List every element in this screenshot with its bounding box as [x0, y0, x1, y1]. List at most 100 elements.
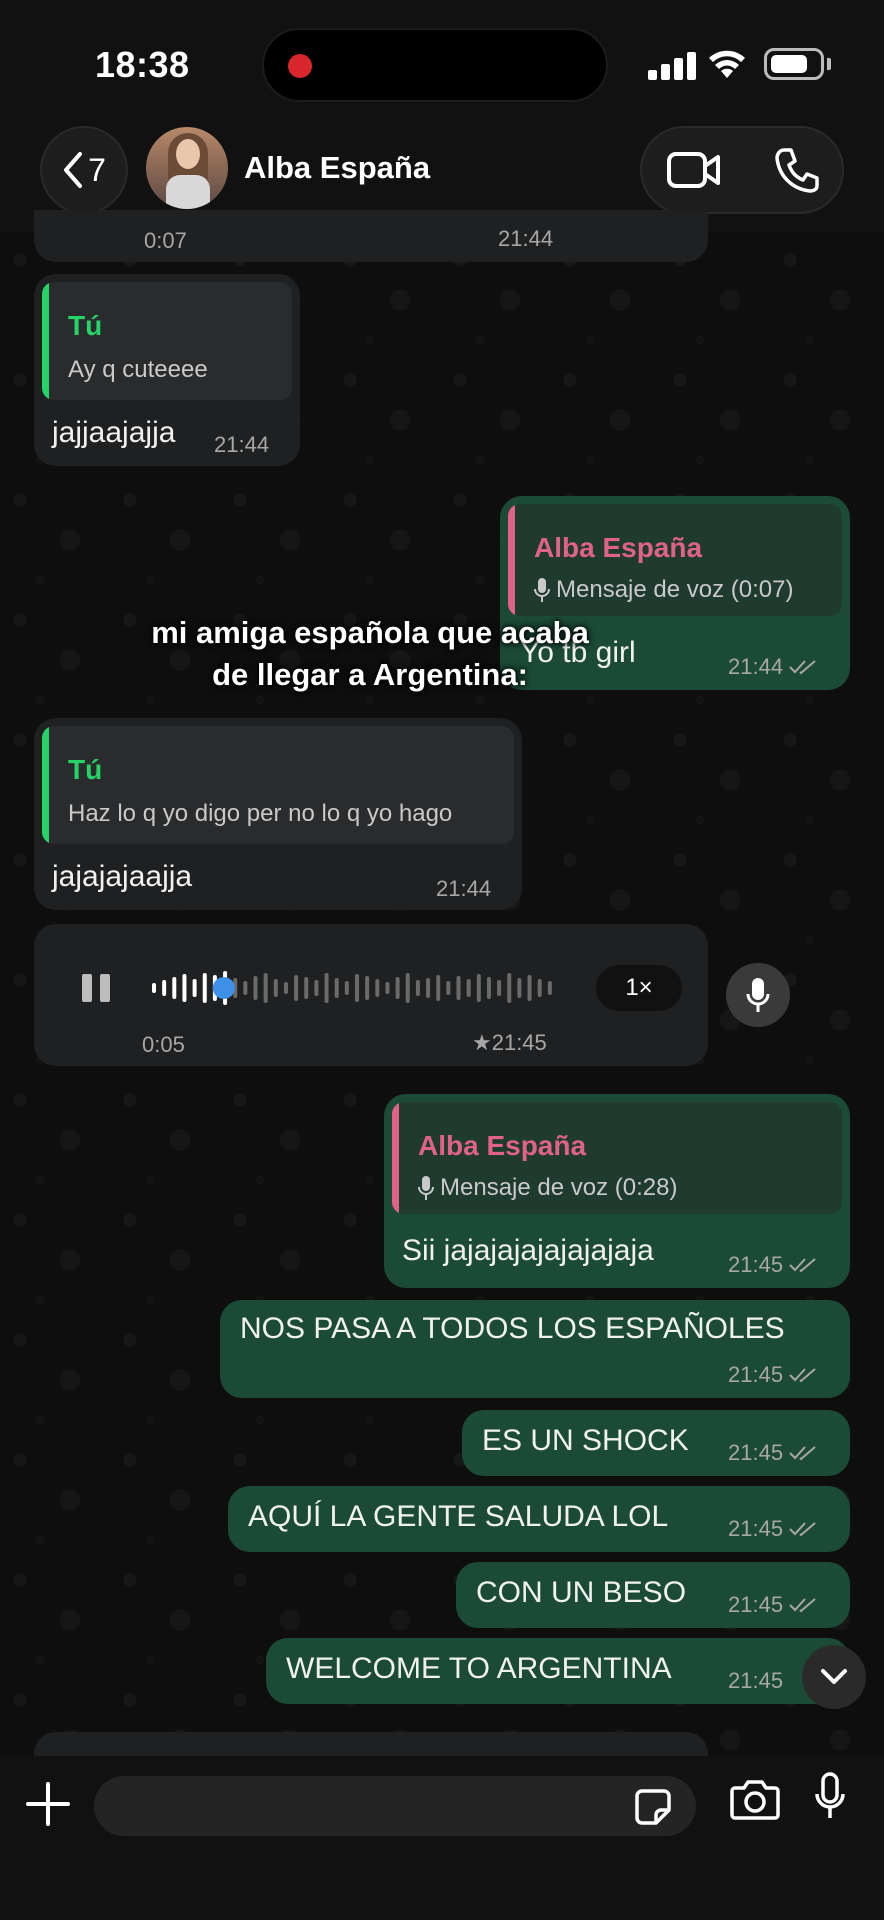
message-outgoing[interactable]: ES UN SHOCK 21:45 — [462, 1410, 850, 1476]
microphone-icon — [418, 1176, 434, 1200]
double-check-icon — [789, 1368, 816, 1383]
message-time: ★21:45 — [472, 1030, 547, 1055]
message-time: 21:45 — [728, 1362, 784, 1387]
message-text: WELCOME TO ARGENTINA — [286, 1652, 672, 1685]
wifi-icon — [709, 50, 745, 78]
double-check-icon — [789, 1598, 816, 1613]
cellular-signal-icon — [648, 50, 696, 80]
message-text: Sii jajajajajajajajaja — [402, 1234, 654, 1267]
message-outgoing[interactable]: AQUÍ LA GENTE SALUDA LOL 21:45 — [228, 1486, 850, 1552]
voice-duration: 0:07 — [144, 228, 187, 253]
voice-waveform[interactable] — [150, 968, 560, 1008]
quoted-reply[interactable]: Tú Ay q cuteeee — [42, 282, 292, 400]
waveform-bar — [517, 978, 522, 998]
message-text: jajjaajajja — [52, 416, 176, 449]
quoted-reply[interactable]: Tú Haz lo q yo digo per no lo q yo hago — [42, 726, 514, 844]
microphone-icon — [534, 578, 550, 602]
waveform-bar — [527, 975, 532, 1001]
message-meta: 21:45 — [728, 1516, 819, 1542]
voice-elapsed: 0:05 — [142, 1032, 185, 1057]
message-incoming[interactable]: Tú Ay q cuteeee jajjaajajja 21:44 — [34, 274, 300, 466]
message-input[interactable] — [94, 1776, 696, 1836]
waveform-bar — [182, 974, 187, 1002]
waveform-bar — [486, 977, 491, 999]
message-time: 21:44 — [214, 432, 270, 457]
quote-text: Mensaje de voz (0:07) — [556, 576, 794, 603]
call-actions — [640, 126, 844, 214]
quote-text: Ay q cuteeee — [68, 356, 208, 383]
chevron-left-icon — [64, 152, 83, 188]
quote-text: Mensaje de voz (0:28) — [440, 1174, 678, 1201]
plus-icon[interactable] — [24, 1780, 72, 1828]
waveform-bar — [405, 973, 410, 1003]
waveform-bar — [172, 977, 177, 999]
waveform-bar — [395, 977, 400, 999]
message-time: 21:44 — [728, 654, 784, 679]
message-meta: 21:45 — [728, 1592, 819, 1618]
battery-icon — [764, 48, 824, 80]
waveform-bar — [314, 980, 319, 996]
quote-author: Tú — [68, 310, 103, 341]
waveform-bar — [243, 981, 248, 995]
quote-voice-label: Mensaje de voz (0:07) — [534, 576, 793, 604]
quoted-reply[interactable]: Alba España Mensaje de voz (0:07) — [508, 504, 842, 616]
compose-bar — [0, 1756, 884, 1920]
message-text: NOS PASA A TODOS LOS ESPAÑOLES — [240, 1312, 785, 1345]
message-time: 21:45 — [728, 1592, 784, 1617]
scroll-to-bottom-button[interactable] — [802, 1645, 866, 1709]
message-meta: 21:45 — [728, 1440, 819, 1466]
waveform-bar — [273, 979, 278, 997]
message-incoming[interactable]: Tú Haz lo q yo digo per no lo q yo hago … — [34, 718, 522, 910]
message-meta: 21:44 — [728, 654, 819, 680]
quote-author: Alba España — [418, 1130, 587, 1161]
message-outgoing[interactable]: Alba España Mensaje de voz (0:28) Sii ja… — [384, 1094, 850, 1288]
message-partial[interactable]: 0:07 21:44 — [34, 210, 708, 262]
waveform-bar — [365, 976, 370, 1000]
back-button[interactable]: 7 — [40, 126, 128, 214]
double-check-icon — [789, 1258, 816, 1273]
message-outgoing[interactable]: NOS PASA A TODOS LOS ESPAÑOLES 21:45 — [220, 1300, 850, 1398]
waveform-bar — [304, 977, 309, 999]
quote-author: Tú — [68, 754, 103, 785]
contact-name[interactable]: Alba España — [244, 150, 430, 186]
double-check-icon — [789, 1522, 816, 1537]
message-time: 21:45 — [728, 1252, 784, 1277]
status-time: 18:38 — [95, 44, 190, 85]
quoted-reply[interactable]: Alba España Mensaje de voz (0:28) — [392, 1102, 842, 1214]
waveform-bar — [547, 981, 552, 995]
quote-text: Haz lo q yo digo per no lo q yo hago — [68, 800, 453, 827]
status-bar: 18:38 — [0, 0, 884, 120]
voice-sender-mic-badge — [726, 963, 790, 1027]
message-time: 21:44 — [436, 876, 492, 901]
pause-icon[interactable] — [80, 972, 112, 1004]
playback-speed-button[interactable]: 1× — [596, 965, 682, 1011]
microphone-icon — [746, 978, 770, 1012]
message-text: jajajajaajja — [52, 860, 193, 893]
quote-voice-label: Mensaje de voz (0:28) — [418, 1174, 677, 1202]
message-time: 21:45 — [728, 1516, 784, 1541]
double-check-icon — [789, 1446, 816, 1461]
message-outgoing[interactable]: WELCOME TO ARGENTINA 21:45 — [266, 1638, 850, 1704]
waveform-bar — [466, 979, 471, 997]
microphone-icon[interactable] — [814, 1772, 846, 1822]
waveform-bar — [436, 975, 441, 1001]
waveform-bar — [497, 980, 502, 996]
sticker-icon[interactable] — [634, 1788, 672, 1826]
waveform-bar — [334, 978, 339, 998]
message-time: 21:45 — [728, 1440, 784, 1465]
camera-icon[interactable] — [730, 1778, 780, 1820]
message-text: CON UN BESO — [476, 1576, 687, 1609]
recording-indicator-icon — [288, 54, 312, 78]
waveform-bar — [385, 982, 390, 994]
message-outgoing[interactable]: CON UN BESO 21:45 — [456, 1562, 850, 1628]
quote-author: Alba España — [534, 532, 703, 563]
waveform-bar — [283, 982, 288, 994]
contact-avatar[interactable] — [146, 127, 228, 209]
waveform-bar — [415, 980, 420, 996]
waveform-bar — [253, 976, 258, 1000]
phone-icon[interactable] — [774, 146, 820, 194]
playback-scrubber[interactable] — [212, 977, 235, 999]
battery-tip — [827, 58, 831, 70]
video-icon[interactable] — [666, 148, 722, 192]
double-check-icon — [789, 660, 816, 675]
